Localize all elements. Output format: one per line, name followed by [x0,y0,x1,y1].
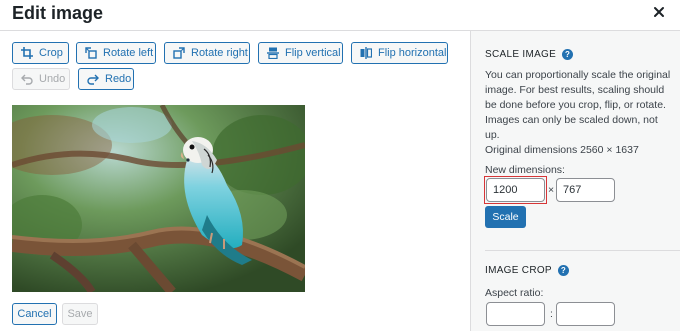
crop-button[interactable]: Crop [12,42,69,64]
flip-horizontal-button[interactable]: Flip horizontal [351,42,448,64]
dialog-header: Edit image [0,0,680,31]
flip-horizontal-label: Flip horizontal [378,47,447,59]
undo-button[interactable]: Undo [12,68,70,90]
redo-label: Redo [105,73,132,85]
undo-label: Undo [39,73,66,85]
flip-vertical-icon [267,47,279,59]
save-button[interactable]: Save [62,303,98,325]
section-divider [485,250,680,251]
save-label: Save [67,308,93,320]
help-icon[interactable]: ? [557,265,569,276]
settings-sidebar: SCALE IMAGE ? You can proportionally sca… [470,31,680,331]
image-crop-heading-label: IMAGE CROP [485,265,552,276]
image-preview [12,105,305,292]
dialog-title: Edit image [12,3,104,23]
aspect-ratio-height-input[interactable] [556,302,615,326]
flip-horizontal-icon [360,47,372,59]
cancel-button[interactable]: Cancel [12,303,57,325]
cancel-label: Cancel [17,308,52,320]
rotate-left-label: Rotate left [103,47,154,59]
scale-image-heading-label: SCALE IMAGE [485,49,557,60]
rotate-right-button[interactable]: Rotate right [164,42,250,64]
rotate-right-label: Rotate right [191,47,248,59]
rotate-right-icon [173,47,185,59]
dimension-separator: × [548,184,555,196]
rotate-left-button[interactable]: Rotate left [76,42,156,64]
close-icon[interactable] [652,5,666,19]
redo-button[interactable]: Redo [78,68,134,90]
undo-icon [21,74,33,85]
aspect-ratio-label: Aspect ratio: [485,287,544,299]
flip-vertical-button[interactable]: Flip vertical [258,42,343,64]
help-icon[interactable]: ? [562,49,574,60]
image-crop-heading: IMAGE CROP ? [485,265,569,276]
scale-image-heading: SCALE IMAGE ? [485,49,574,60]
rotate-left-icon [85,47,97,59]
scale-description: You can proportionally scale the origina… [485,69,671,141]
image-editor-area: Crop Rotate left Rotate right Flip verti… [0,31,470,331]
flip-vertical-label: Flip vertical [285,47,341,59]
aspect-ratio-width-input[interactable] [486,302,545,326]
crop-icon [21,47,33,59]
ratio-separator: : [550,308,553,320]
scale-button[interactable]: Scale [485,206,526,228]
original-dimensions: Original dimensions 2560 × 1637 [485,144,639,156]
crop-label: Crop [39,47,63,59]
new-dimensions-label: New dimensions: [485,164,565,176]
scale-height-input[interactable] [556,178,615,202]
redo-icon [87,74,99,85]
scale-width-input[interactable] [486,178,545,202]
